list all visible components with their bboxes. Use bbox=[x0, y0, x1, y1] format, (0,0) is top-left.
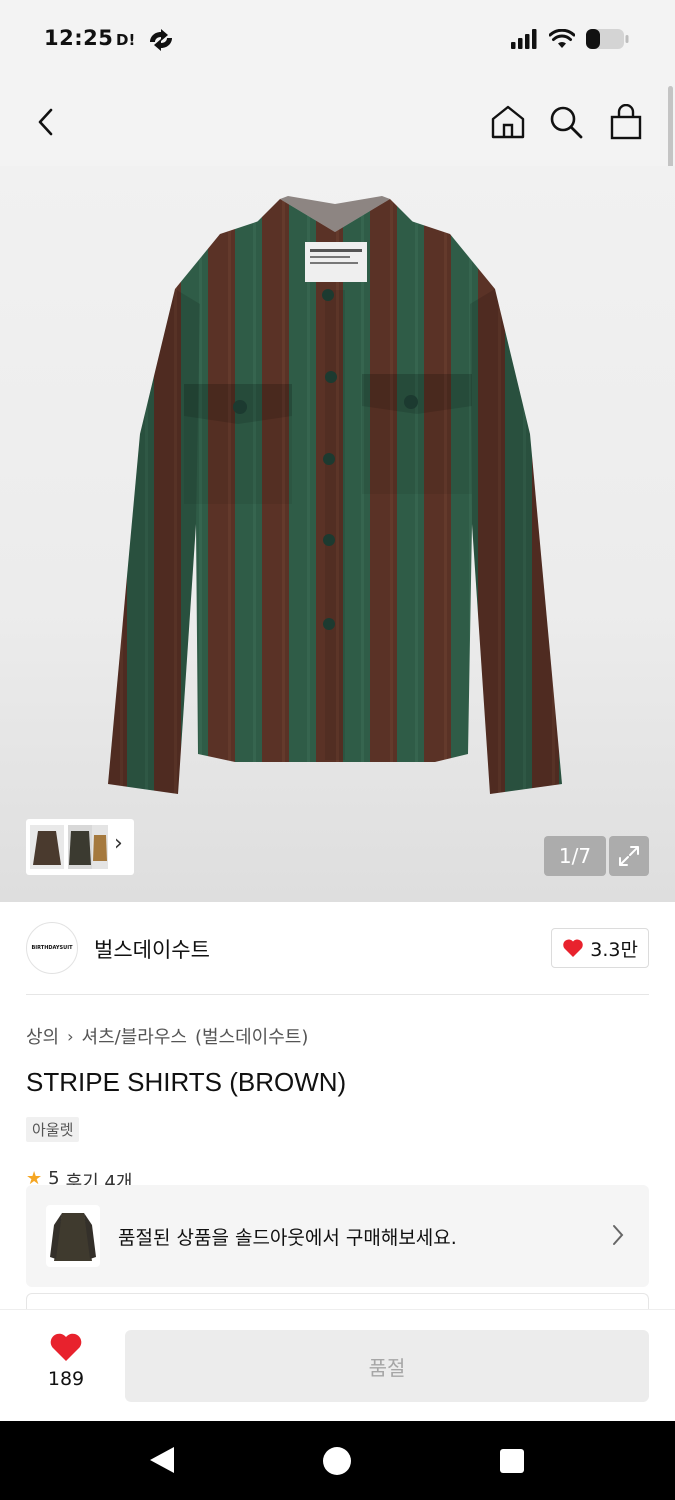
shopping-bag-icon[interactable] bbox=[606, 102, 646, 142]
soldout-product-thumbnail bbox=[46, 1205, 100, 1267]
soldout-banner[interactable]: 품절된 상품을 솔드아웃에서 구매해보세요. bbox=[26, 1185, 649, 1287]
thumbnail-image[interactable] bbox=[92, 825, 108, 869]
status-right bbox=[511, 28, 629, 54]
search-icon[interactable] bbox=[546, 102, 586, 142]
home-icon[interactable] bbox=[488, 102, 528, 142]
product-image bbox=[108, 196, 562, 794]
thumbnail-strip[interactable]: › bbox=[26, 819, 134, 875]
brand-logo[interactable]: BIRTHDAYSUIT bbox=[26, 922, 78, 974]
breadcrumb-subcategory[interactable]: 셔츠/블라우스 bbox=[82, 1023, 187, 1049]
heart-icon bbox=[563, 939, 584, 957]
product-image-gallery[interactable]: › 1/7 bbox=[0, 166, 675, 902]
sync-icon bbox=[148, 27, 174, 57]
chevron-right-icon bbox=[611, 1222, 625, 1252]
signal-icon bbox=[511, 29, 539, 53]
battery-icon bbox=[585, 28, 629, 54]
brand-like-count: 3.3만 bbox=[590, 938, 638, 961]
rating-value: 5 bbox=[48, 1168, 60, 1186]
top-nav bbox=[0, 80, 675, 166]
recent-apps-icon[interactable] bbox=[500, 1449, 524, 1473]
review-count: 후기 4개 bbox=[65, 1172, 133, 1186]
soldout-purchase-button[interactable]: 품절 bbox=[125, 1330, 649, 1402]
outlet-badge: 아울렛 bbox=[26, 1117, 80, 1142]
brand-row[interactable]: BIRTHDAYSUIT 벌스데이수트 3.3만 bbox=[26, 920, 649, 976]
system-nav-bar bbox=[0, 1421, 675, 1500]
bottom-action-bar: 189 품절 bbox=[0, 1309, 675, 1421]
thumbnail-image[interactable] bbox=[30, 825, 64, 869]
breadcrumb-category[interactable]: 상의 bbox=[26, 1023, 59, 1049]
wishlist-count: 189 bbox=[47, 1368, 85, 1390]
star-icon: ★ bbox=[26, 1168, 43, 1186]
expand-icon[interactable] bbox=[609, 836, 649, 876]
page-counter: 1/7 bbox=[544, 836, 606, 876]
chevron-left-icon[interactable] bbox=[26, 102, 66, 142]
soldout-banner-text: 품절된 상품을 솔드아웃에서 구매해보세요. bbox=[118, 1227, 457, 1249]
wishlist-button[interactable]: 189 bbox=[40, 1332, 92, 1390]
rating-summary[interactable]: ★ 5 후기 4개 bbox=[26, 1168, 132, 1186]
brand-logo-text: BIRTHDAYSUIT bbox=[31, 945, 73, 951]
brand-like-button[interactable]: 3.3만 bbox=[551, 928, 649, 968]
status-app-label: D! bbox=[116, 31, 136, 49]
divider bbox=[26, 994, 649, 995]
wifi-icon bbox=[548, 28, 576, 53]
breadcrumb-brand[interactable]: (벌스데이수트) bbox=[195, 1023, 308, 1049]
thumbnail-image[interactable] bbox=[68, 825, 92, 869]
chevron-right-icon[interactable]: › bbox=[114, 831, 123, 856]
breadcrumb: 상의 › 셔츠/블라우스 (벌스데이수트) bbox=[26, 1023, 308, 1049]
chevron-right-icon: › bbox=[67, 1026, 74, 1046]
back-icon[interactable] bbox=[148, 1445, 176, 1479]
product-title: STRIPE SHIRTS (BROWN) bbox=[26, 1067, 347, 1097]
heart-icon bbox=[50, 1333, 82, 1361]
brand-name[interactable]: 벌스데이수트 bbox=[94, 934, 210, 964]
status-bar: 12:25 D! bbox=[0, 0, 675, 80]
home-button-icon[interactable] bbox=[323, 1447, 351, 1475]
status-time: 12:25 bbox=[44, 26, 114, 50]
